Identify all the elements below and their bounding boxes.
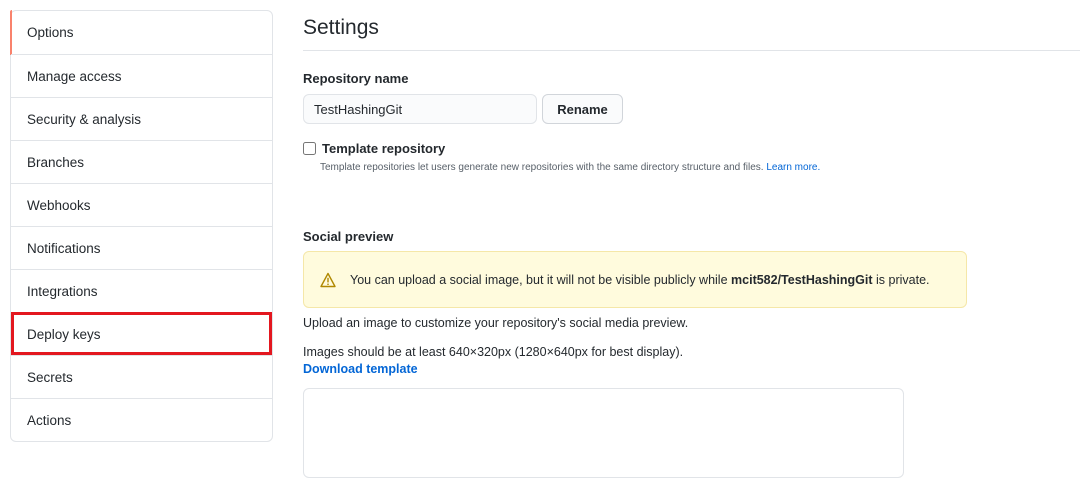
warning-prefix: You can upload a social image, but it wi…	[350, 272, 728, 287]
private-repo-warning: You can upload a social image, but it wi…	[303, 251, 967, 308]
upload-instructions: Upload an image to customize your reposi…	[303, 316, 689, 330]
sidebar-item-label: Options	[27, 25, 74, 40]
sidebar-item-label: Deploy keys	[27, 326, 101, 342]
sidebar-item-label: Manage access	[27, 68, 122, 84]
sidebar-item-deploy-keys[interactable]: Deploy keys	[11, 312, 272, 355]
sidebar-item-label: Security & analysis	[27, 111, 142, 127]
sidebar-item-options[interactable]: Options	[10, 10, 272, 55]
sidebar-item-label: Webhooks	[27, 197, 91, 213]
sidebar-item-label: Actions	[27, 412, 72, 428]
page-title: Settings	[303, 16, 379, 39]
warning-suffix: is private.	[876, 272, 930, 287]
sidebar-item-security-analysis[interactable]: Security & analysis	[11, 97, 272, 140]
download-template-link[interactable]: Download template	[303, 362, 418, 376]
warning-repo-name: mcit582/TestHashingGit	[731, 272, 873, 287]
title-divider	[303, 50, 1080, 51]
sidebar-item-label: Integrations	[27, 283, 98, 299]
sidebar-item-secrets[interactable]: Secrets	[11, 355, 272, 398]
social-preview-dropzone[interactable]	[303, 388, 904, 478]
learn-more-link[interactable]: Learn more.	[766, 162, 820, 173]
sidebar-item-label: Secrets	[27, 369, 73, 385]
sidebar-item-label: Notifications	[27, 240, 101, 256]
template-help-text: Template repositories let users generate…	[320, 162, 820, 173]
repo-name-label: Repository name	[303, 71, 409, 86]
template-help-body: Template repositories let users generate…	[320, 162, 764, 173]
warning-message: You can upload a social image, but it wi…	[350, 273, 930, 287]
warning-icon	[320, 272, 336, 287]
sidebar-item-integrations[interactable]: Integrations	[11, 269, 272, 312]
sidebar-item-manage-access[interactable]: Manage access	[11, 54, 272, 97]
repo-name-input[interactable]	[303, 94, 537, 124]
image-size-requirements: Images should be at least 640×320px (128…	[303, 345, 684, 359]
rename-button[interactable]: Rename	[542, 94, 623, 124]
template-repository-label: Template repository	[322, 141, 446, 156]
sidebar-item-notifications[interactable]: Notifications	[11, 226, 272, 269]
sidebar-item-webhooks[interactable]: Webhooks	[11, 183, 272, 226]
sidebar-item-label: Branches	[27, 154, 85, 170]
settings-sidebar: Options Manage access Security & analysi…	[10, 10, 273, 442]
sidebar-item-actions[interactable]: Actions	[11, 398, 272, 441]
template-repository-checkbox[interactable]	[303, 142, 316, 155]
social-preview-heading: Social preview	[303, 229, 394, 244]
sidebar-item-branches[interactable]: Branches	[11, 140, 272, 183]
